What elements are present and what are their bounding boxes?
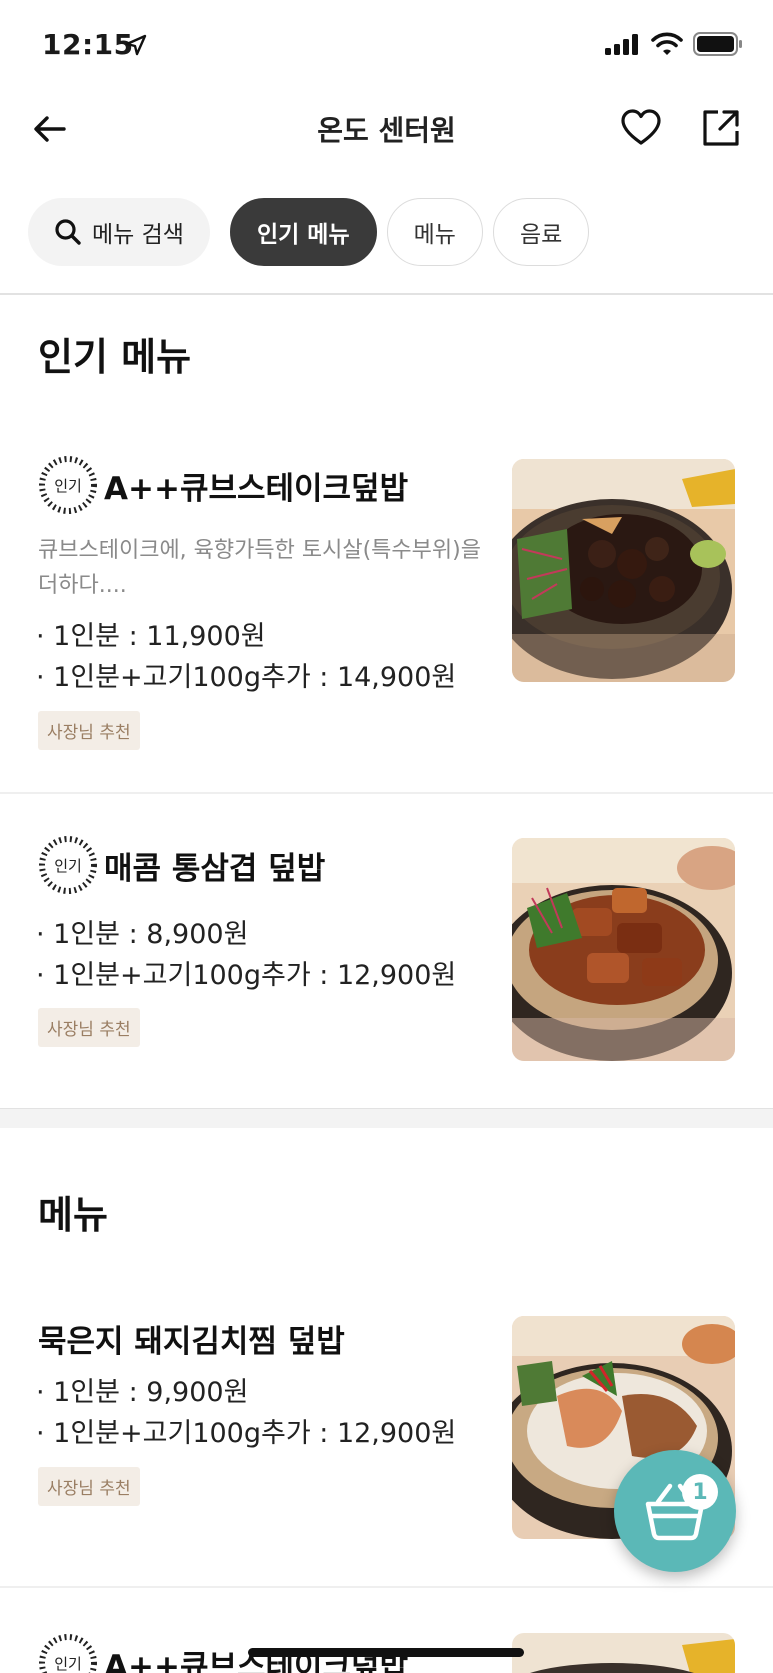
cart-count-badge: 1 [682, 1474, 718, 1510]
item-price-extra: · 1인분+고기100g추가 : 12,900원 [36, 960, 457, 991]
owner-recommend-badge: 사장님 추천 [38, 1467, 140, 1506]
home-indicator [248, 1648, 524, 1657]
popular-badge-label: 인기 [54, 856, 82, 875]
popular-badge: 인기 [38, 1633, 98, 1673]
item-photo [512, 838, 735, 1061]
heart-icon[interactable] [620, 107, 662, 149]
food-image-steak-bowl [512, 459, 735, 682]
shopping-basket-icon [645, 1483, 705, 1541]
item-price-single: · 1인분 : 8,900원 [36, 919, 249, 950]
menu-search-button[interactable]: 메뉴 검색 [28, 198, 210, 266]
popular-badge-label: 인기 [54, 476, 82, 495]
item-price-single: · 1인분 : 11,900원 [36, 621, 266, 652]
item-photo [512, 459, 735, 682]
item-name-row: 인기 A++큐브스테이크덮밥 [38, 455, 408, 515]
battery-icon [693, 32, 742, 56]
item-price-single: · 1인분 : 9,900원 [36, 1377, 249, 1408]
item-name: A++큐브스테이크덮밥 [104, 470, 409, 507]
item-description: 큐브스테이크에, 육향가득한 토시살(특수부위)을 더하다.... [38, 538, 481, 598]
menu-search-label: 메뉴 검색 [92, 222, 184, 248]
top-app-bar: 온도 센터원 [0, 95, 773, 165]
share-icon[interactable] [700, 107, 742, 149]
owner-recommend-badge: 사장님 추천 [38, 1008, 140, 1047]
item-name-row: 인기 매콤 통삼겹 덮밥 [38, 835, 325, 895]
food-image-steak-bowl [512, 1633, 735, 1673]
search-icon [55, 219, 81, 245]
location-arrow-icon [125, 34, 147, 56]
item-name-row: 묵은지 돼지김치찜 덮밥 [38, 1316, 345, 1361]
popular-badge: 인기 [38, 835, 98, 895]
item-name: 매콤 통삼겹 덮밥 [104, 850, 326, 887]
item-divider [0, 1586, 773, 1588]
food-image-pork-bowl [512, 838, 735, 1061]
popular-badge-label: 인기 [54, 1654, 82, 1673]
tabs-divider [0, 293, 773, 295]
tab-drinks[interactable]: 음료 [492, 198, 590, 266]
wifi-icon [651, 32, 683, 55]
status-bar: 12:15 [0, 0, 773, 95]
section-title-popular: 인기 메뉴 [38, 335, 192, 379]
status-indicators [605, 32, 743, 56]
item-name: 묵은지 돼지김치찜 덮밥 [38, 1324, 345, 1360]
section-separator [0, 1108, 773, 1128]
item-divider [0, 792, 773, 794]
tab-menu[interactable]: 메뉴 [386, 198, 483, 266]
category-tabs: 메뉴 검색 인기 메뉴 메뉴 음료 [28, 198, 590, 266]
status-time: 12:15 [42, 28, 134, 61]
signal-icon [605, 34, 638, 55]
cart-button[interactable]: 1 [614, 1450, 736, 1572]
item-price-extra: · 1인분+고기100g추가 : 14,900원 [36, 662, 457, 693]
item-photo [512, 1633, 735, 1673]
popular-badge: 인기 [38, 455, 98, 515]
tab-popular-menu[interactable]: 인기 메뉴 [229, 198, 377, 266]
item-price-extra: · 1인분+고기100g추가 : 12,900원 [36, 1418, 457, 1449]
section-title-menu: 메뉴 [38, 1193, 108, 1237]
owner-recommend-badge: 사장님 추천 [38, 711, 140, 750]
